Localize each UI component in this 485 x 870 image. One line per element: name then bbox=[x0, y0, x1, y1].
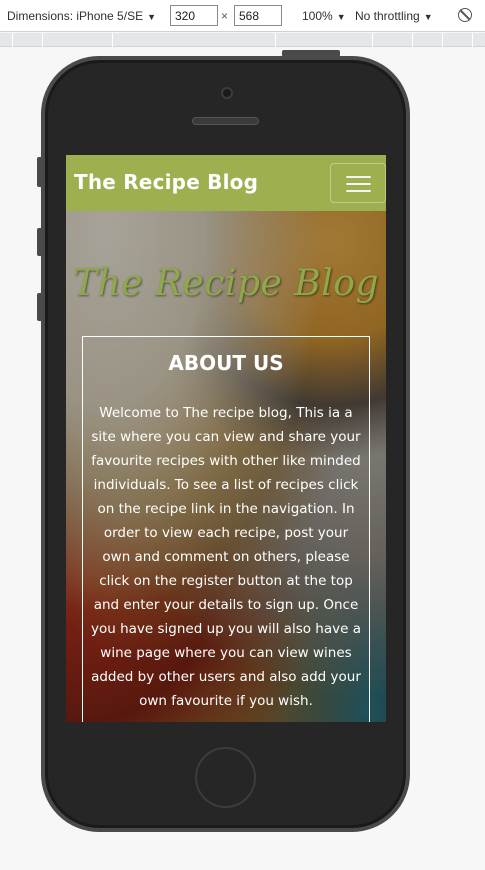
about-section: ABOUT US Welcome to The recipe blog, Thi… bbox=[82, 336, 370, 722]
hamburger-line bbox=[346, 190, 371, 192]
hero-title: The Recipe Blog bbox=[72, 263, 379, 304]
hamburger-line bbox=[346, 176, 371, 178]
chevron-down-icon: ▼ bbox=[423, 12, 433, 22]
about-heading: ABOUT US bbox=[168, 351, 284, 375]
camera-icon bbox=[221, 87, 233, 99]
throttle-dropdown[interactable]: No throttling ▼ bbox=[355, 9, 433, 23]
width-input[interactable] bbox=[170, 5, 218, 26]
devtools-toolbar: Dimensions: iPhone 5/SE▼ × 100%▼ No thro… bbox=[0, 0, 485, 32]
chevron-down-icon: ▼ bbox=[336, 12, 346, 22]
dimension-separator: × bbox=[221, 9, 229, 23]
device-label: Dimensions: iPhone 5/SE bbox=[7, 9, 144, 23]
navbar-toggler-button[interactable] bbox=[330, 163, 386, 203]
device-screen: The Recipe Blog The Recipe Blog ABOUT US… bbox=[66, 155, 386, 722]
speaker-grille bbox=[192, 117, 259, 125]
disable-cache-icon[interactable] bbox=[458, 8, 472, 22]
brand-link[interactable]: The Recipe Blog bbox=[74, 170, 258, 194]
hamburger-line bbox=[346, 183, 371, 185]
navbar: The Recipe Blog bbox=[66, 155, 386, 211]
height-input[interactable] bbox=[234, 5, 282, 26]
hero-background-image: The Recipe Blog ABOUT US Welcome to The … bbox=[66, 211, 386, 722]
home-button[interactable] bbox=[195, 747, 256, 808]
zoom-dropdown[interactable]: 100% ▼ bbox=[302, 9, 346, 23]
media-query-ruler bbox=[0, 33, 485, 47]
device-dropdown[interactable]: Dimensions: iPhone 5/SE ▼ bbox=[7, 9, 156, 23]
about-text: Welcome to The recipe blog, This ia a si… bbox=[91, 405, 361, 709]
zoom-label: 100% bbox=[302, 9, 333, 23]
chevron-down-icon: ▼ bbox=[147, 12, 156, 22]
throttle-label: No throttling bbox=[355, 9, 420, 23]
